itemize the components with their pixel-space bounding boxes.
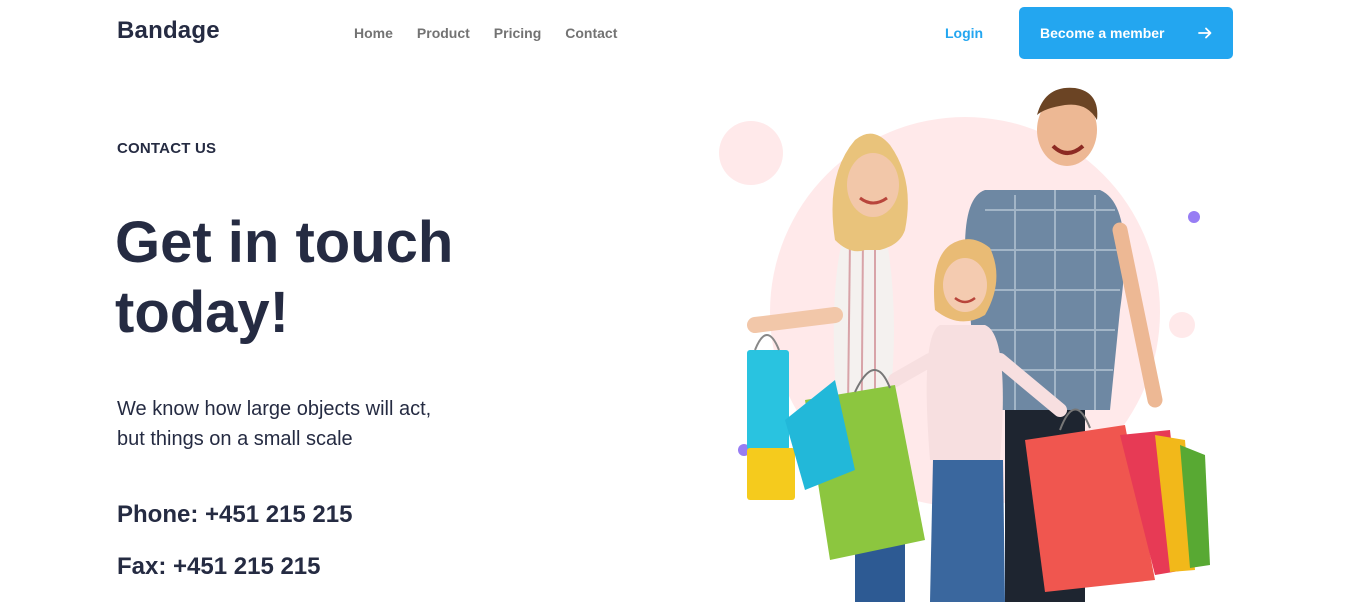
yellow-bag-left — [747, 448, 795, 500]
family-shopping-illustration — [719, 87, 1210, 602]
top-navbar: Bandage Home Product Pricing Contact Log… — [0, 0, 1347, 66]
title-line-1: Get in touch — [115, 210, 454, 275]
page-title: Get in touch today! — [115, 208, 535, 348]
girl-jeans — [930, 460, 1005, 602]
brand-logo[interactable]: Bandage — [117, 17, 220, 45]
small-pink-circle — [719, 121, 783, 185]
woman-face — [847, 153, 899, 217]
nav-link-pricing[interactable]: Pricing — [494, 24, 541, 42]
cyan-bag-left — [747, 350, 789, 450]
description-line-1: We know how large objects will act, — [117, 398, 432, 420]
arrow-right-icon — [1198, 27, 1212, 39]
hero-description: We know how large objects will act, but … — [117, 394, 517, 454]
woman-arm — [747, 307, 843, 333]
fax-number: Fax: +451 215 215 — [117, 553, 321, 580]
login-link[interactable]: Login — [945, 24, 983, 42]
purple-dot-top — [1188, 211, 1200, 223]
nav-link-contact[interactable]: Contact — [565, 24, 617, 42]
phone-number: Phone: +451 215 215 — [117, 501, 353, 528]
nav-link-home[interactable]: Home — [354, 24, 393, 42]
tiny-pink-circle — [1169, 312, 1195, 338]
section-eyebrow: CONTACT US — [117, 140, 217, 157]
become-member-label: Become a member — [1040, 25, 1165, 41]
title-line-2: today! — [115, 280, 289, 345]
nav-link-product[interactable]: Product — [417, 24, 470, 42]
description-line-2: but things on a small scale — [117, 428, 353, 450]
main-menu: Home Product Pricing Contact — [354, 24, 641, 42]
become-member-button[interactable]: Become a member — [1019, 7, 1233, 59]
girl-face — [943, 258, 987, 312]
girl-sweater — [926, 325, 1003, 460]
